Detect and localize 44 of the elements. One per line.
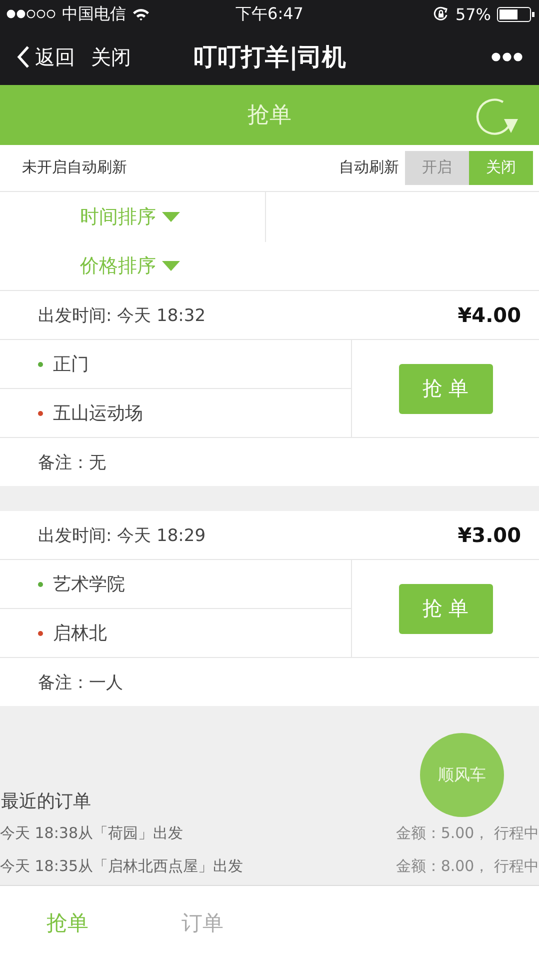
recent-order-amount: 金额：5.00， 行程中 <box>396 824 539 843</box>
toggle-option[interactable]: 开启 <box>405 150 469 185</box>
wifi-icon <box>132 8 150 21</box>
tab[interactable]: 订单 <box>135 886 270 960</box>
close-button[interactable]: 关闭 <box>91 44 131 71</box>
grab-order-button[interactable]: 抢 单 <box>398 364 492 414</box>
grab-order-button[interactable]: 抢 单 <box>398 584 492 634</box>
sort-button[interactable]: 时间排序 <box>0 192 539 242</box>
toggle-option[interactable]: 关闭 <box>469 150 533 185</box>
page-title: 叮叮打羊|司机 <box>193 42 346 74</box>
recent-order-amount: 金额：8.00， 行程中 <box>396 856 539 876</box>
back-button[interactable]: 返回 <box>16 44 75 71</box>
carrier-name: 中国电信 <box>62 4 126 25</box>
stop-name: 五山运动场 <box>53 402 143 426</box>
caret-down-icon <box>162 260 180 271</box>
recent-order-text: 今天 18:38从「荷园」出发 <box>0 824 183 843</box>
clock-time: 下午6:47 <box>236 4 304 25</box>
stop-name: 艺术学院 <box>53 573 125 596</box>
battery-percent: 57% <box>455 4 491 24</box>
recent-orders-title: 最近的订单 <box>0 790 92 814</box>
carpool-button[interactable]: 顺风车 <box>420 733 504 818</box>
recent-order-text: 今天 18:35从「启林北西点屋」出发 <box>0 856 243 876</box>
auto-refresh-status: 未开启自动刷新 <box>22 158 127 178</box>
order-price: ¥4.00 <box>458 303 521 328</box>
departure-time: 出发时间: 今天 18:32 <box>38 304 206 327</box>
battery-icon <box>497 6 535 22</box>
header-title: 抢单 <box>248 102 292 130</box>
sort-button[interactable]: 价格排序 <box>0 241 539 290</box>
order-note: 备注：一人 <box>38 672 123 694</box>
sort-label: 价格排序 <box>80 254 156 279</box>
signal-icon <box>6 9 56 20</box>
caret-down-icon <box>162 212 180 222</box>
departure-time: 出发时间: 今天 18:29 <box>38 524 206 547</box>
chevron-left-icon <box>16 45 30 70</box>
sort-label: 时间排序 <box>80 204 156 230</box>
order-note: 备注：无 <box>38 452 106 474</box>
tab[interactable]: 抢单 <box>0 886 135 960</box>
rotation-lock-icon <box>433 6 450 22</box>
back-label: 返回 <box>35 44 75 71</box>
auto-refresh-label: 自动刷新 <box>339 158 399 178</box>
stop-name: 启林北 <box>53 622 107 646</box>
stop-name: 正门 <box>53 353 89 376</box>
more-icon[interactable] <box>491 52 523 62</box>
order-price: ¥3.00 <box>458 523 521 548</box>
